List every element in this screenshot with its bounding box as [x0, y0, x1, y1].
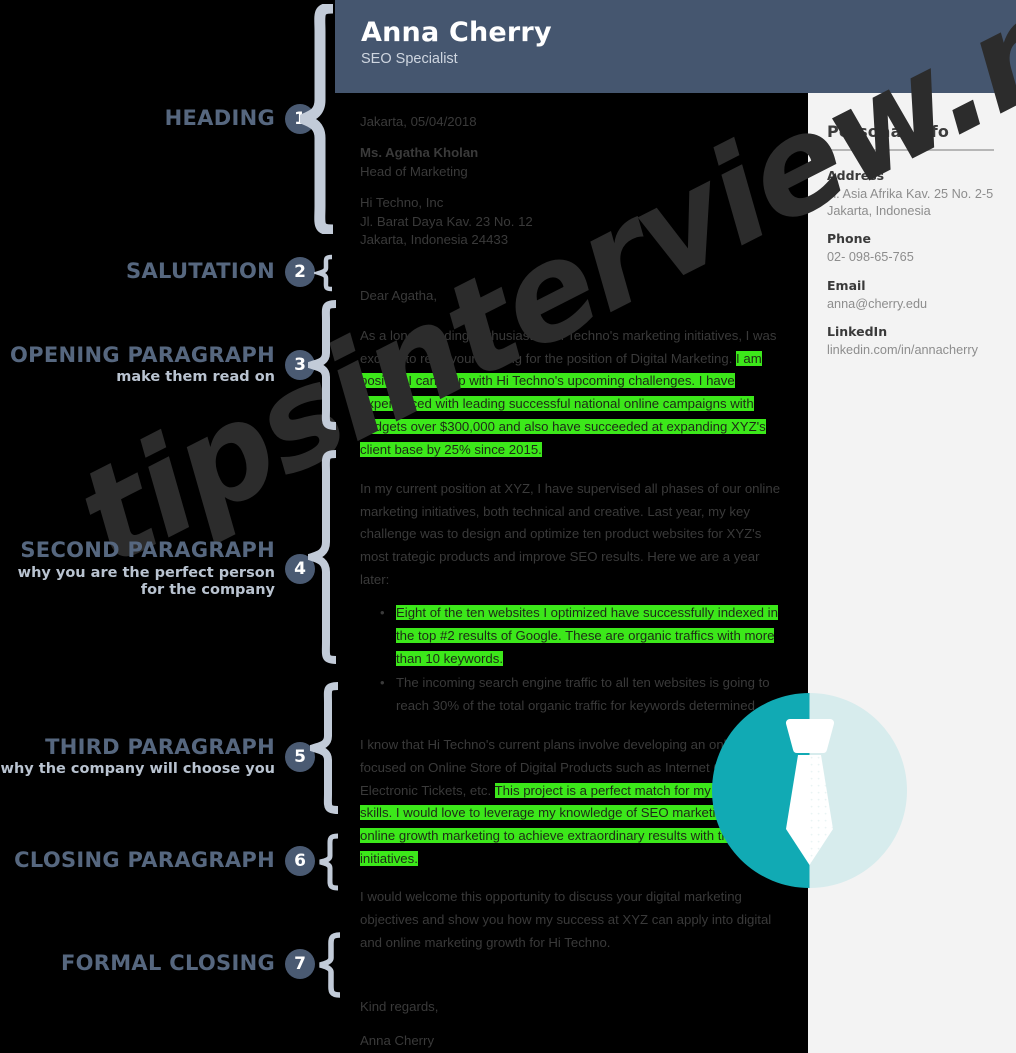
guide-number-badge: 2: [285, 257, 315, 287]
date-line: Jakarta, 05/04/2018: [360, 114, 477, 129]
third-paragraph: I know that Hi Techno's current plans in…: [360, 734, 792, 871]
guide-salutation-labels: SALUTATION: [126, 260, 275, 284]
achievement-2: The incoming search engine traffic to al…: [396, 675, 770, 714]
guide-second-paragraph: SECOND PARAGRAPH why you are the perfect…: [0, 535, 315, 603]
guide-closing-paragraph: CLOSING PARAGRAPH 6: [0, 845, 315, 877]
guide-opening-labels: OPENING PARAGRAPH make them read on: [10, 342, 275, 387]
guide-third-labels: THIRD PARAGRAPH why the company will cho…: [0, 734, 275, 779]
guide-heading-labels: HEADING: [165, 107, 275, 131]
sidebar-label: Phone: [827, 231, 872, 247]
guide-opening-paragraph: OPENING PARAGRAPH make them read on 3: [0, 340, 315, 390]
salutation: Dear Agatha,: [360, 287, 437, 303]
recipient-name: Ms. Agatha Kholan: [360, 145, 479, 161]
company-name: Hi Techno, Inc: [360, 195, 444, 211]
guide-label: HEADING: [164, 106, 275, 131]
guide-second-labels: SECOND PARAGRAPH why you are the perfect…: [18, 539, 275, 599]
guide-sublabel: why the company will choose you: [0, 761, 275, 778]
brace-closing-paragraph: [316, 833, 344, 891]
sidebar-label: Email: [827, 277, 866, 293]
sidebar-label: Address: [827, 168, 885, 183]
sidebar-value[interactable]: anna@cherry.edu: [827, 296, 1007, 313]
guide-label: THIRD PARAGRAPH: [45, 734, 275, 759]
recipient-title: Head of Marketing: [360, 163, 468, 179]
brace-formal-closing: [316, 932, 346, 998]
letter-header: Anna Cherry SEO Specialist: [335, 0, 1016, 93]
guide-label: SALUTATION: [126, 259, 275, 284]
sidebar-entry-phone: Phone 02- 098-65-765: [827, 230, 1007, 266]
opening-paragraph: As a long-standing enthusiast of Hi Tech…: [360, 325, 792, 462]
brace-opening-paragraph: [308, 300, 342, 430]
company-city: Jakarta, Indonesia 24433: [360, 232, 509, 248]
guide-number-badge: 6: [285, 846, 315, 876]
guide-sublabel: why you are the perfect person for the c…: [17, 564, 275, 598]
annotation-guides: HEADING 1 SALUTATION 2 OPENING PARAGRAPH: [0, 0, 350, 1053]
guide-sublabel: make them read on: [116, 369, 275, 386]
candidate-name: Anna Cherry: [361, 17, 552, 48]
letter-body: Jakarta, 05/04/2018 Ms. Agatha Kholan He…: [360, 113, 792, 1053]
guide-number-badge: 7: [285, 949, 315, 979]
personal-info-sidebar: Personal Info Address Jl. Asia Afrika Ka…: [808, 93, 1016, 1053]
opening-paragraph-highlight: I am positive I can help with Hi Techno'…: [360, 350, 766, 457]
closing-paragraph: I would welcome this opportunity to disc…: [360, 888, 772, 950]
brace-second-paragraph: [308, 450, 342, 672]
list-item: The incoming search engine traffic to al…: [380, 672, 792, 718]
brace-heading: [300, 4, 340, 234]
guide-formal-labels: FORMAL CLOSING: [61, 952, 275, 976]
brace-salutation: [314, 254, 338, 292]
letter-sheet: Anna Cherry SEO Specialist Jakarta, 05/0…: [335, 0, 1016, 1053]
sidebar-value: Jl. Asia Afrika Kav. 25 No. 2-5 Jakarta,…: [827, 186, 994, 218]
sidebar-title-divider: [827, 149, 994, 151]
brace-third-paragraph: [310, 682, 344, 814]
second-paragraph: In my current position at XYZ, I have su…: [360, 480, 781, 588]
company-street: Jl. Barat Daya Kav. 23 No. 12: [360, 213, 533, 229]
formal-closing-line: Kind regards,: [360, 999, 439, 1015]
signature-name: Anna Cherry: [360, 1033, 435, 1049]
achievement-1-highlight: Eight of the ten websites I optimized ha…: [396, 604, 778, 666]
cover-letter-infographic: tipsinterview.net Anna Cherry SEO Specia…: [0, 0, 1016, 1053]
guide-label: SECOND PARAGRAPH: [20, 538, 275, 563]
guide-label: CLOSING PARAGRAPH: [14, 848, 275, 873]
sidebar-label: LinkedIn: [827, 324, 888, 340]
sidebar-entries: Address Jl. Asia Afrika Kav. 25 No. 2-5 …: [827, 167, 1007, 370]
guide-heading: HEADING 1: [0, 103, 315, 135]
sidebar-entry-email: Email anna@cherry.edu: [827, 277, 1007, 313]
opening-paragraph-plain: As a long-standing enthusiast of Hi Tech…: [360, 327, 777, 366]
sidebar-entry-address: Address Jl. Asia Afrika Kav. 25 No. 2-5 …: [827, 167, 1007, 219]
achievement-list: Eight of the ten websites I optimized ha…: [360, 602, 792, 718]
guide-label: OPENING PARAGRAPH: [10, 342, 275, 367]
list-item: Eight of the ten websites I optimized ha…: [380, 602, 792, 670]
guide-salutation: SALUTATION 2: [0, 256, 315, 288]
sidebar-title: Personal Info: [827, 122, 950, 141]
guide-label: FORMAL CLOSING: [60, 951, 275, 976]
sidebar-entry-linkedin: LinkedIn linkedin.com/in/annacherry: [827, 323, 1007, 359]
guide-third-paragraph: THIRD PARAGRAPH why the company will cho…: [0, 733, 315, 781]
candidate-role: SEO Specialist: [361, 51, 458, 67]
sidebar-value[interactable]: linkedin.com/in/annacherry: [827, 342, 1007, 359]
sidebar-value: 02- 098-65-765: [827, 250, 914, 265]
guide-closing-labels: CLOSING PARAGRAPH: [14, 849, 275, 873]
guide-formal-closing: FORMAL CLOSING 7: [0, 948, 315, 980]
